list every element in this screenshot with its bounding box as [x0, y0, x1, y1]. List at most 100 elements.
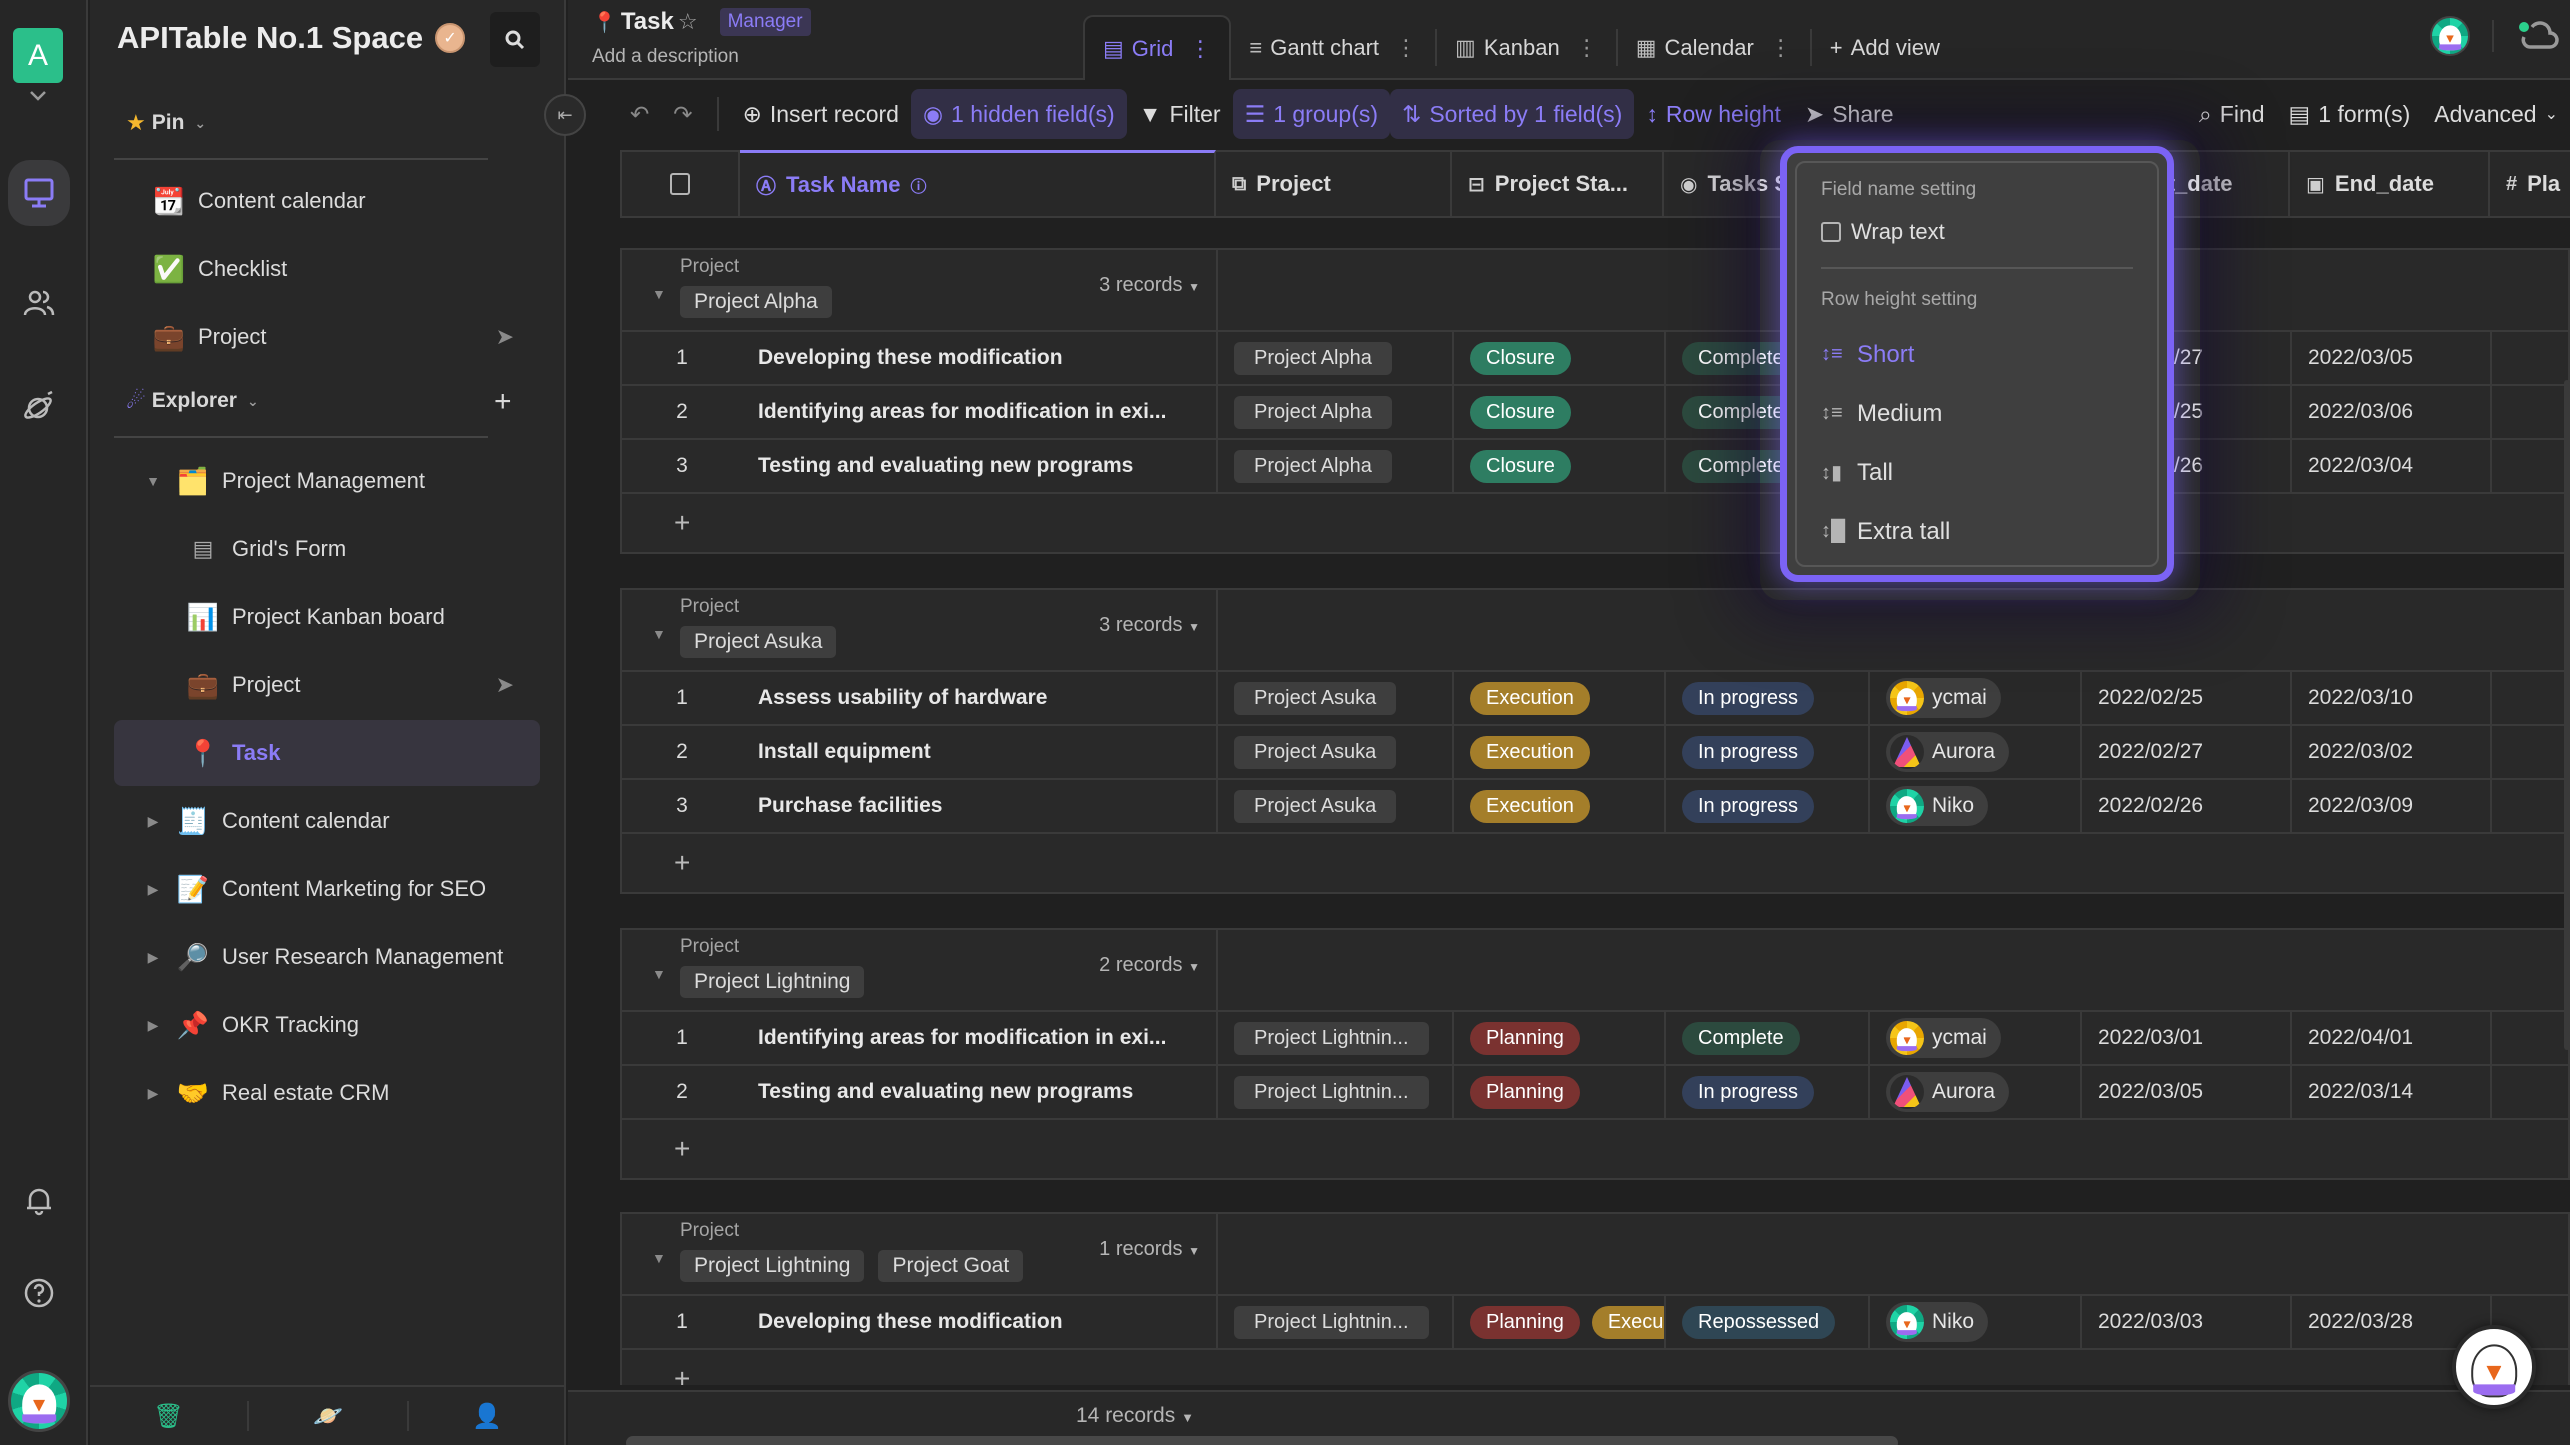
description-input[interactable]: Add a description	[592, 46, 739, 68]
add-record-button[interactable]: +	[622, 834, 2568, 892]
task-name-cell[interactable]: Purchase facilities	[742, 780, 1218, 832]
owner-cell[interactable]: Niko	[1870, 1296, 2082, 1348]
pinned-item-content-calendar[interactable]: 📆 Content calendar	[114, 168, 540, 234]
tree-item-project-kanban-board[interactable]: 📊 Project Kanban board	[114, 584, 540, 650]
task-name-cell[interactable]: Developing these modification	[742, 1296, 1218, 1348]
owner-cell[interactable]: ycmai	[1870, 672, 2082, 724]
caret-down-icon[interactable]: ▼	[142, 473, 164, 489]
group-record-count[interactable]: 3 records ▼	[1099, 274, 1200, 297]
project-cell[interactable]: Project Asuka	[1218, 780, 1454, 832]
table-row[interactable]: 1 Developing these modification Project Li…	[622, 1296, 2568, 1350]
table-row[interactable]: 2 Install equipment Project Asuka Execution…	[622, 726, 2568, 780]
cloud-sync-icon[interactable]	[2516, 19, 2560, 53]
end-date-cell[interactable]: 2022/03/10	[2292, 672, 2492, 724]
tree-item-content-marketing-seo[interactable]: ▶ 📝 Content Marketing for SEO	[114, 856, 540, 922]
task-name-cell[interactable]: Assess usability of hardware	[742, 672, 1218, 724]
more-icon[interactable]: ⋮	[1770, 35, 1792, 61]
task-status-cell[interactable]: In progress	[1666, 672, 1870, 724]
collapse-sidebar-button[interactable]: ⇤	[544, 94, 586, 136]
caret-right-icon[interactable]: ▶	[142, 1085, 164, 1102]
caret-right-icon[interactable]: ▶	[142, 881, 164, 898]
row-height-option-medium[interactable]: ↕≡ Medium	[1821, 384, 2133, 443]
group-record-count[interactable]: 2 records ▼	[1099, 954, 1200, 977]
caret-right-icon[interactable]: ▶	[142, 1017, 164, 1034]
project-cell[interactable]: Project Lightnin...	[1218, 1296, 1454, 1348]
task-status-cell[interactable]: In progress	[1666, 780, 1870, 832]
project-cell[interactable]: Project Asuka	[1218, 672, 1454, 724]
caret-down-icon[interactable]: ▼	[652, 286, 666, 302]
end-date-cell[interactable]: 2022/03/05	[2292, 332, 2492, 384]
row-height-button[interactable]: ↕ Row height	[1634, 89, 1793, 139]
vertical-scrollbar[interactable]	[2564, 380, 2570, 1050]
column-header-end-date[interactable]: ▣ End_date	[2290, 150, 2490, 218]
more-icon[interactable]: ⋮	[1576, 35, 1598, 61]
star-outline-icon[interactable]: ☆	[678, 9, 698, 35]
group-button[interactable]: ☰ 1 group(s)	[1232, 89, 1391, 139]
tab-gantt[interactable]: ≡ Gantt chart ⋮	[1231, 15, 1435, 80]
owner-cell[interactable]: Niko	[1870, 780, 2082, 832]
sort-button[interactable]: ⇅ Sorted by 1 field(s)	[1390, 89, 1635, 139]
notifications-button[interactable]	[8, 1168, 70, 1234]
plan-cell[interactable]	[2492, 440, 2570, 492]
add-record-button[interactable]: +	[622, 1350, 2568, 1385]
add-record-button[interactable]: +	[622, 494, 2568, 552]
task-name-cell[interactable]: Testing and evaluating new programs	[742, 1066, 1218, 1118]
redo-button[interactable]: ↷	[661, 89, 704, 139]
table-row[interactable]: 2 Identifying areas for modification in e…	[622, 386, 2568, 440]
more-icon[interactable]: ⋮	[1189, 36, 1211, 62]
end-date-cell[interactable]: 2022/04/01	[2292, 1012, 2492, 1064]
end-date-cell[interactable]: 2022/03/04	[2292, 440, 2492, 492]
caret-right-icon[interactable]: ▶	[142, 949, 164, 966]
collaborator-avatar[interactable]	[2430, 16, 2470, 56]
workbench-button[interactable]	[8, 160, 70, 226]
table-row[interactable]: 3 Purchase facilities Project Asuka Executi…	[622, 780, 2568, 834]
tree-item-grids-form[interactable]: ▤ Grid's Form	[114, 516, 540, 582]
column-header-project[interactable]: ⧉ Project	[1216, 150, 1452, 218]
group-header[interactable]: ▼ Project Project Alpha 3 records ▼	[622, 250, 2568, 332]
end-date-cell[interactable]: 2022/03/14	[2292, 1066, 2492, 1118]
caret-right-icon[interactable]: ▶	[142, 813, 164, 830]
project-stage-cell[interactable]: Closure	[1454, 332, 1666, 384]
trash-button[interactable]: 🗑	[90, 1387, 247, 1445]
tree-item-project-management[interactable]: ▼ 🗂️ Project Management	[114, 448, 540, 514]
add-record-button[interactable]: +	[622, 1120, 2568, 1178]
wrap-text-checkbox[interactable]: Wrap text	[1821, 219, 2133, 245]
task-name-cell[interactable]: Identifying areas for modification in ex…	[742, 386, 1218, 438]
project-cell[interactable]: Project Alpha	[1218, 386, 1454, 438]
horizontal-scrollbar[interactable]	[626, 1436, 1898, 1445]
plan-cell[interactable]	[2492, 1012, 2570, 1064]
plan-cell[interactable]	[2492, 332, 2570, 384]
space-title[interactable]: APITable No.1 Space ✓	[117, 20, 466, 56]
project-stage-cell[interactable]: Planning	[1454, 1012, 1666, 1064]
project-stage-cell[interactable]: Planning Execu	[1454, 1296, 1666, 1348]
group-header[interactable]: ▼ Project Project Asuka 3 records ▼	[622, 590, 2568, 672]
row-height-option-tall[interactable]: ↕▮ Tall	[1821, 443, 2133, 502]
project-stage-cell[interactable]: Execution	[1454, 672, 1666, 724]
find-button[interactable]: ⌕ Find	[2187, 89, 2277, 139]
task-status-cell[interactable]: Repossessed	[1666, 1296, 1870, 1348]
tree-item-okr-tracking[interactable]: ▶ 📌 OKR Tracking	[114, 992, 540, 1058]
end-date-cell[interactable]: 2022/03/02	[2292, 726, 2492, 778]
explorer-section-header[interactable]: ☄ Explorer ⌄	[126, 388, 259, 414]
group-record-count[interactable]: 1 records ▼	[1099, 1238, 1200, 1261]
search-button[interactable]	[490, 12, 540, 67]
task-status-cell[interactable]: In progress	[1666, 726, 1870, 778]
filter-button[interactable]: ▼ Filter	[1127, 89, 1233, 139]
help-button[interactable]	[8, 1260, 70, 1326]
project-cell[interactable]: Project Lightnin...	[1218, 1066, 1454, 1118]
group-record-count[interactable]: 3 records ▼	[1099, 614, 1200, 637]
datasheet-name[interactable]: Task	[621, 8, 674, 36]
pin-section-header[interactable]: ★ Pin ⌄	[126, 110, 206, 136]
owner-cell[interactable]: ycmai	[1870, 1012, 2082, 1064]
table-row[interactable]: 2 Testing and evaluating new programs Proj…	[622, 1066, 2568, 1120]
contacts-button[interactable]	[8, 270, 70, 336]
project-stage-cell[interactable]: Execution	[1454, 726, 1666, 778]
assistant-bot-button[interactable]	[2452, 1325, 2536, 1409]
project-cell[interactable]: Project Alpha	[1218, 332, 1454, 384]
invite-member-button[interactable]: 👤	[406, 1401, 566, 1431]
share-button[interactable]: ➤ Share	[1793, 89, 1906, 139]
hidden-fields-button[interactable]: ◉ 1 hidden field(s)	[910, 89, 1127, 139]
template-center-button[interactable]: 🪐	[247, 1401, 406, 1431]
start-date-cell[interactable]: 2022/03/05	[2082, 1066, 2292, 1118]
caret-down-icon[interactable]: ▼	[652, 966, 666, 982]
